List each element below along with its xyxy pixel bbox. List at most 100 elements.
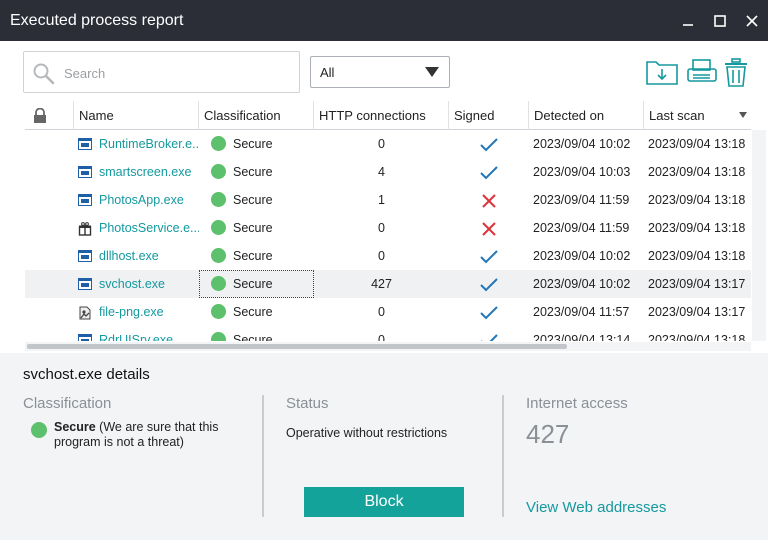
process-name-link[interactable]: smartscreen.exe [99, 158, 199, 186]
process-name-link[interactable]: PhotosService.e... [99, 214, 199, 242]
detected-on-cell: 2023/09/04 11:59 [533, 193, 630, 207]
classification-label: Secure [233, 137, 273, 151]
printer-icon[interactable] [686, 58, 718, 86]
classification-cell: Secure [199, 270, 314, 298]
table-row[interactable]: RuntimeBroker.e... Secure 0 2023/09/04 1… [25, 130, 751, 158]
http-connections-cell: 0 [378, 305, 385, 319]
status-heading: Status [286, 395, 329, 412]
scrollbar-thumb[interactable] [27, 344, 567, 349]
unsigned-cross-icon [482, 193, 496, 208]
column-header-http[interactable]: HTTP connections [314, 101, 449, 130]
classification-heading: Classification [23, 395, 112, 412]
search-box[interactable] [23, 51, 300, 93]
classification-cell: Secure [199, 158, 314, 186]
filter-select[interactable]: All [310, 56, 450, 88]
classification-label: Secure [233, 305, 273, 319]
table-row[interactable]: PhotosService.e... Secure 0 2023/09/04 1… [25, 214, 751, 242]
detected-on-cell: 2023/09/04 10:02 [533, 277, 631, 291]
secure-status-dot-icon [211, 248, 226, 264]
column-header-classification[interactable]: Classification [199, 101, 314, 130]
column-header-name[interactable]: Name [74, 101, 199, 130]
title-bar: Executed process report [0, 0, 768, 41]
process-name-link[interactable]: RdrUISrv.exe [99, 326, 199, 341]
export-folder-icon[interactable] [646, 58, 678, 86]
close-icon [746, 14, 758, 27]
column-header-lock[interactable] [25, 101, 74, 130]
window-title: Executed process report [10, 11, 184, 29]
search-icon [33, 63, 55, 85]
signed-cell [449, 158, 529, 186]
http-connections-cell: 0 [378, 249, 385, 263]
window-controls [672, 0, 768, 41]
last-scan-cell: 2023/09/04 13:17 [648, 277, 746, 291]
signed-cell [449, 242, 529, 270]
table-row[interactable]: dllhost.exe Secure 0 2023/09/04 10:02 20… [25, 242, 751, 270]
secure-status-dot-icon [211, 220, 226, 236]
signed-check-icon [480, 277, 498, 292]
table-row[interactable]: smartscreen.exe Secure 4 2023/09/04 10:0… [25, 158, 751, 186]
gift-icon [78, 222, 92, 236]
http-connections-cell: 1 [378, 193, 385, 207]
window-app-icon [78, 334, 92, 341]
internet-access-heading: Internet access [526, 395, 628, 412]
details-title: svchost.exe details [23, 366, 150, 383]
last-scan-cell: 2023/09/04 13:17 [648, 305, 746, 319]
dropdown-arrow-icon [425, 67, 439, 77]
lock-icon [34, 108, 46, 123]
classification-cell: Secure [199, 214, 314, 242]
details-panel: svchost.exe details Classification Secur… [0, 353, 768, 540]
secure-status-dot-icon [211, 136, 226, 152]
signed-cell [449, 186, 529, 214]
maximize-button[interactable] [704, 0, 736, 41]
detected-on-cell: 2023/09/04 10:03 [533, 165, 631, 179]
minimize-button[interactable] [672, 0, 704, 41]
internet-access-count: 427 [526, 419, 570, 449]
process-name-link[interactable]: file-png.exe [99, 298, 199, 326]
table-row[interactable]: RdrUISrv.exe Secure 0 2023/09/04 13:14 2… [25, 326, 751, 341]
classification-text: Secure (We are sure that this program is… [54, 420, 244, 450]
horizontal-scrollbar[interactable] [25, 342, 751, 351]
http-connections-cell: 0 [378, 137, 385, 151]
window-app-icon [78, 138, 92, 150]
classification-cell: Secure [199, 326, 314, 341]
process-name-link[interactable]: svchost.exe [99, 270, 199, 298]
search-input[interactable] [64, 62, 289, 84]
classification-label: Secure [233, 221, 273, 235]
block-button[interactable]: Block [304, 487, 464, 517]
process-name-link[interactable]: PhotosApp.exe [99, 186, 199, 214]
close-button[interactable] [736, 0, 768, 41]
column-header-detected[interactable]: Detected on [529, 101, 644, 130]
secure-status-dot-icon [31, 422, 47, 438]
table-header: Name Classification HTTP connections Sig… [25, 101, 751, 130]
classification-label: Secure [233, 333, 273, 341]
table-row[interactable]: PhotosApp.exe Secure 1 2023/09/04 11:59 … [25, 186, 751, 214]
classification-label: Secure [233, 165, 273, 179]
process-name-link[interactable]: dllhost.exe [99, 242, 199, 270]
signed-cell [449, 130, 529, 158]
last-scan-cell: 2023/09/04 13:18 [648, 221, 746, 235]
table-row-selected[interactable]: svchost.exe Secure 427 2023/09/04 10:02 … [25, 270, 751, 298]
sort-desc-icon [739, 112, 747, 118]
process-name-link[interactable]: RuntimeBroker.e... [99, 130, 199, 158]
vertical-scrollbar[interactable] [752, 130, 766, 341]
http-connections-cell: 427 [371, 277, 392, 291]
divider [502, 395, 504, 517]
view-web-addresses-link[interactable]: View Web addresses [526, 499, 666, 516]
last-scan-cell: 2023/09/04 13:18 [648, 165, 746, 179]
signed-cell [449, 326, 529, 341]
table-row[interactable]: file-png.exe Secure 0 2023/09/04 11:57 2… [25, 298, 751, 326]
detected-on-cell: 2023/09/04 11:59 [533, 221, 630, 235]
filter-selected-value: All [320, 64, 335, 80]
window-app-icon [78, 166, 92, 178]
classification-cell: Secure [199, 186, 314, 214]
last-scan-cell: 2023/09/04 13:18 [648, 249, 746, 263]
signed-cell [449, 214, 529, 242]
signed-check-icon [480, 333, 498, 341]
classification-label: Secure [233, 277, 273, 291]
signed-check-icon [480, 305, 498, 320]
trash-icon[interactable] [724, 58, 748, 88]
detected-on-cell: 2023/09/04 10:02 [533, 249, 631, 263]
detected-on-cell: 2023/09/04 13:14 [533, 333, 631, 341]
column-header-last-scan[interactable]: Last scan [644, 101, 751, 130]
column-header-signed[interactable]: Signed [449, 101, 529, 130]
